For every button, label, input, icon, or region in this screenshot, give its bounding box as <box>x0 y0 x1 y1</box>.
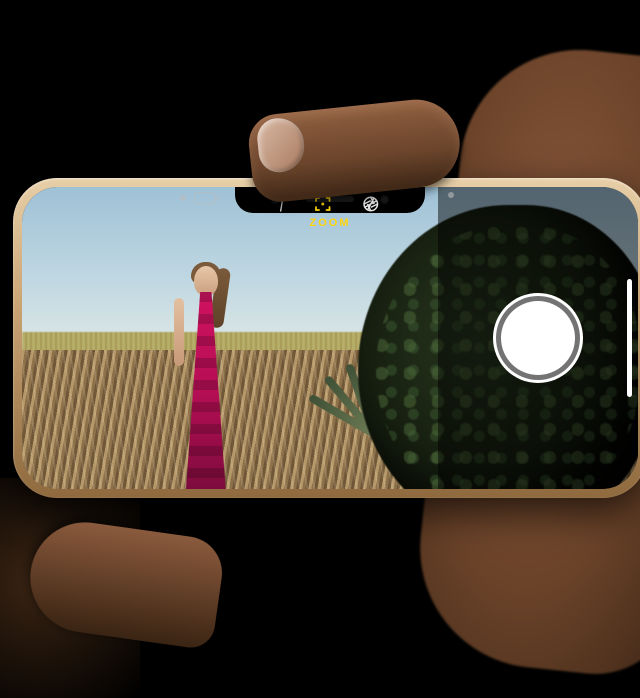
home-indicator[interactable] <box>627 279 632 397</box>
shutter-button[interactable] <box>501 301 575 375</box>
lens-button[interactable] <box>362 195 380 213</box>
status-dot-icon <box>180 195 186 201</box>
camera-dot-icon <box>380 195 389 204</box>
subject-person <box>170 266 242 489</box>
battery-icon <box>194 192 216 204</box>
phone: f ZOOM <box>13 178 640 498</box>
controls-column <box>438 187 638 489</box>
subject-head <box>194 266 218 296</box>
camera-screen: f ZOOM <box>22 187 638 489</box>
status-dot-icon <box>448 192 454 198</box>
status-right <box>448 192 454 198</box>
subject-arm <box>174 298 184 366</box>
zoom-label[interactable]: ZOOM <box>310 217 351 229</box>
aperture-icon <box>362 195 380 213</box>
scene-root: f ZOOM <box>0 0 640 698</box>
status-left <box>180 192 216 204</box>
